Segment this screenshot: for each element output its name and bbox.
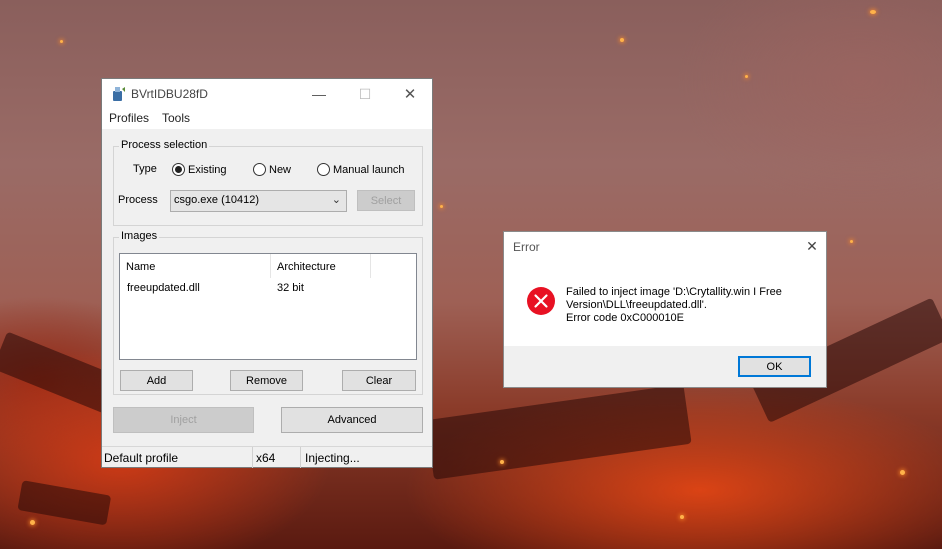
process-label: Process xyxy=(118,194,158,206)
image-name-cell: freeupdated.dll xyxy=(127,282,200,294)
column-header-architecture[interactable]: Architecture xyxy=(271,254,371,278)
images-label: Images xyxy=(119,230,160,242)
error-message-line: Version\DLL\freeupdated.dll'. xyxy=(566,299,707,311)
minimize-button[interactable]: — xyxy=(296,79,342,109)
dialog-close-button[interactable]: ✕ xyxy=(802,236,822,256)
process-dropdown-value: csgo.exe (10412) xyxy=(174,194,259,206)
maximize-button[interactable]: ☐ xyxy=(342,79,388,109)
type-label: Type xyxy=(133,163,157,175)
process-selection-label: Process selection xyxy=(119,139,210,151)
injector-window: BVrtIDBU28fD — ☐ ✕ Profiles Tools Proces… xyxy=(101,78,433,468)
table-row[interactable]: freeupdated.dll 32 bit xyxy=(120,280,416,296)
radio-manual-launch-dot xyxy=(317,163,330,176)
radio-existing-dot xyxy=(172,163,185,176)
radio-new-label: New xyxy=(269,163,292,176)
error-message-line: Failed to inject image 'D:\Crytallity.wi… xyxy=(566,286,782,298)
title-bar[interactable]: BVrtIDBU28fD — ☐ ✕ xyxy=(102,79,432,109)
inject-button[interactable]: Inject xyxy=(113,407,254,433)
chevron-down-icon: ⌄ xyxy=(331,194,341,206)
add-button[interactable]: Add xyxy=(120,370,193,391)
advanced-button[interactable]: Advanced xyxy=(281,407,423,433)
menu-bar: Profiles Tools xyxy=(102,109,432,129)
error-icon xyxy=(527,287,555,315)
error-message-line: Error code 0xC000010E xyxy=(566,312,685,324)
menu-profiles[interactable]: Profiles xyxy=(109,111,149,125)
process-dropdown[interactable]: csgo.exe (10412) ⌄ xyxy=(170,190,347,212)
status-arch: x64 xyxy=(253,447,301,468)
radio-manual-launch-label: Manual launch xyxy=(333,163,405,176)
radio-existing[interactable]: Existing xyxy=(172,163,227,176)
menu-tools[interactable]: Tools xyxy=(162,111,190,125)
error-dialog: Error ✕ Failed to inject image 'D:\Cryta… xyxy=(503,231,827,388)
status-profile: Default profile xyxy=(102,447,253,468)
radio-new-dot xyxy=(253,163,266,176)
radio-manual-launch[interactable]: Manual launch xyxy=(317,163,405,176)
status-bar: Default profile x64 Injecting... xyxy=(102,446,432,468)
close-button[interactable]: ✕ xyxy=(387,79,433,109)
dialog-footer: OK xyxy=(504,346,826,387)
column-header-name[interactable]: Name xyxy=(120,254,271,278)
dialog-title: Error xyxy=(513,240,540,254)
clear-button[interactable]: Clear xyxy=(342,370,416,391)
ok-button[interactable]: OK xyxy=(738,356,811,377)
remove-button[interactable]: Remove xyxy=(230,370,303,391)
radio-existing-label: Existing xyxy=(188,163,227,176)
window-title: BVrtIDBU28fD xyxy=(131,87,208,101)
image-arch-cell: 32 bit xyxy=(277,282,304,294)
images-list[interactable]: Name Architecture freeupdated.dll 32 bit xyxy=(119,253,417,360)
radio-new[interactable]: New xyxy=(253,163,291,176)
select-button[interactable]: Select xyxy=(357,190,415,211)
process-selection-group: Process selection xyxy=(113,139,423,226)
error-message: Failed to inject image 'D:\Crytallity.wi… xyxy=(566,286,816,325)
status-state: Injecting... xyxy=(305,451,360,465)
app-icon xyxy=(113,87,125,101)
